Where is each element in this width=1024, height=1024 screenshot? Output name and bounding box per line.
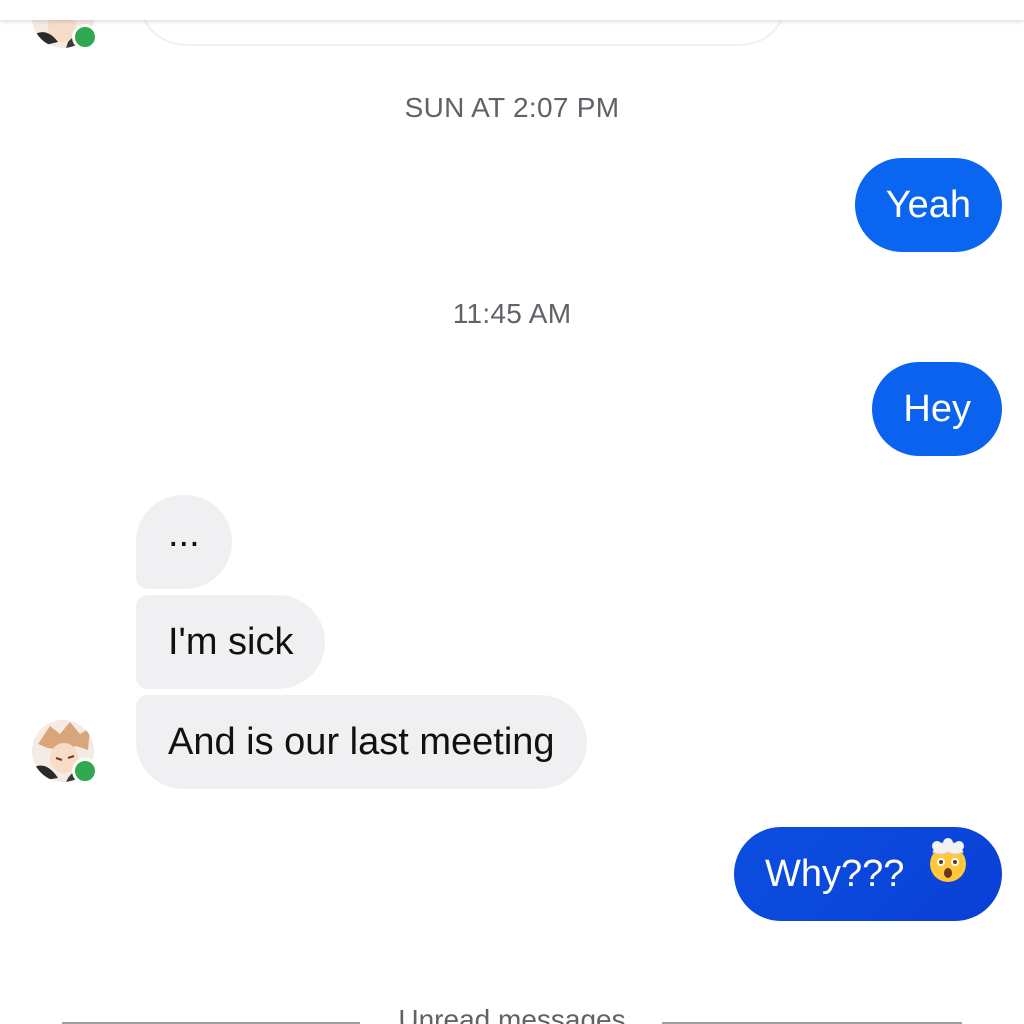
incoming-message-bubble[interactable]: ...	[136, 495, 232, 589]
unread-messages-divider: Unread messages	[0, 1004, 1024, 1024]
online-status-dot	[72, 24, 98, 50]
outgoing-message-bubble[interactable]: Yeah	[854, 158, 1002, 252]
exploding-head-emoji-icon	[925, 825, 971, 919]
message-text: ...	[168, 513, 200, 555]
online-status-dot	[72, 758, 98, 784]
top-app-bar	[0, 0, 1024, 20]
timestamp-separator: SUN AT 2:07 PM	[404, 92, 620, 123]
chat-screen: SUN AT 2:07 PM Yeah 11:45 AM Hey ... I'm…	[0, 0, 1024, 1024]
contact-avatar[interactable]	[32, 720, 98, 784]
incoming-message-bubble[interactable]: I'm sick	[136, 595, 326, 689]
outgoing-message-bubble[interactable]: Hey	[872, 362, 1002, 456]
message-text: And is our last meeting	[168, 721, 555, 763]
message-text: Yeah	[885, 184, 971, 226]
timestamp-separator: 11:45 AM	[452, 298, 572, 329]
incoming-message-bubble[interactable]: And is our last meeting	[136, 695, 587, 789]
unread-messages-label: Unread messages	[398, 1004, 626, 1024]
message-text: Why???	[765, 853, 905, 895]
outgoing-message-bubble[interactable]: Why???	[734, 827, 1002, 921]
message-text: I'm sick	[168, 621, 294, 663]
message-text: Hey	[903, 388, 971, 430]
